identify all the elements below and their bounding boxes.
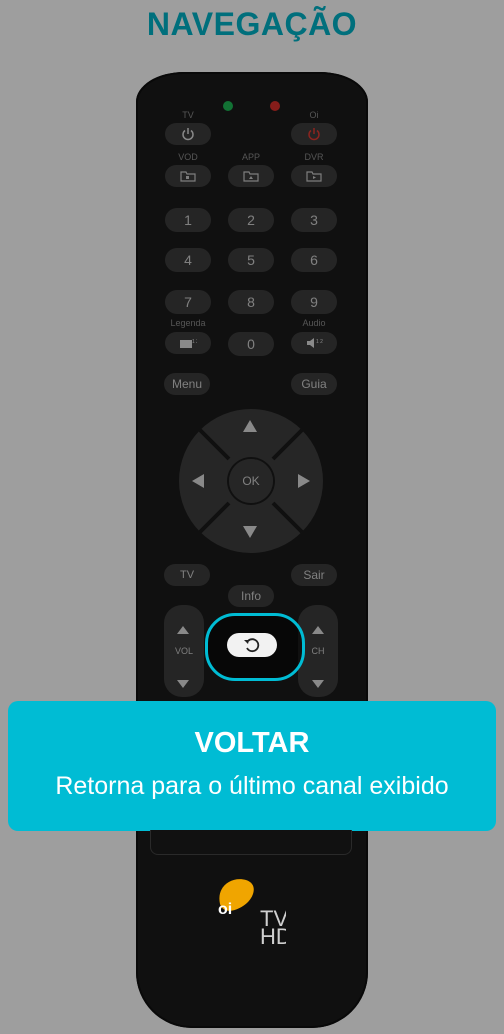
number-key-6[interactable]: 6 — [291, 248, 337, 272]
number-key-1[interactable]: 1 — [165, 208, 211, 232]
oi-power-button[interactable] — [291, 123, 337, 145]
back-arrow-icon — [244, 638, 260, 653]
number-key-3[interactable]: 3 — [291, 208, 337, 232]
led-green — [223, 101, 233, 111]
number-key-0[interactable]: 0 — [228, 332, 274, 356]
legenda-button[interactable]: 1 2 — [165, 332, 211, 354]
page-title: NAVEGAÇÃO — [146, 6, 358, 42]
ch-down-icon — [311, 674, 325, 693]
svg-text:1 2: 1 2 — [316, 339, 323, 345]
tv-power-button[interactable] — [165, 123, 211, 145]
tv-mode-button[interactable]: TV — [164, 564, 210, 586]
number-key-4[interactable]: 4 — [165, 248, 211, 272]
speaker-icon: 1 2 — [307, 338, 323, 348]
tv-label: TV — [182, 110, 194, 120]
sair-button[interactable]: Sair — [291, 564, 337, 586]
callout-heading: VOLTAR — [194, 727, 310, 759]
number-key-5[interactable]: 5 — [228, 248, 274, 272]
vod-label: VOD — [178, 152, 198, 162]
folder-icon — [243, 171, 259, 182]
dpad-left-button[interactable] — [190, 471, 206, 495]
app-label: APP — [241, 152, 260, 162]
app-button[interactable] — [228, 165, 274, 187]
arrow-down-icon — [243, 526, 257, 538]
subtitle-icon: 1 2 — [180, 339, 197, 348]
dpad-up-button[interactable] — [240, 418, 260, 438]
led-red — [270, 101, 280, 111]
arrow-right-icon — [298, 474, 310, 488]
vol-label: VOL — [174, 646, 193, 656]
vol-up-icon — [176, 620, 190, 639]
dpad-right-button[interactable] — [296, 471, 312, 495]
arrow-up-icon — [243, 420, 257, 432]
ch-up-icon — [311, 620, 325, 639]
vod-button[interactable] — [165, 165, 211, 187]
guia-button[interactable]: Guia — [291, 373, 337, 395]
number-key-8[interactable]: 8 — [228, 290, 274, 314]
audio-label: Audio — [302, 318, 326, 328]
callout-box: VOLTAR Retorna para o último canal exibi… — [8, 701, 496, 831]
audio-button[interactable]: 1 2 — [291, 332, 337, 354]
svg-text:oi: oi — [218, 901, 232, 918]
info-button[interactable]: Info — [228, 585, 274, 607]
dvr-label: DVR — [304, 152, 324, 162]
voltar-button[interactable] — [227, 633, 277, 657]
callout-description: Retorna para o último canal exibido — [55, 772, 449, 800]
menu-button[interactable]: Menu — [164, 373, 210, 395]
number-key-9[interactable]: 9 — [291, 290, 337, 314]
dvr-button[interactable] — [291, 165, 337, 187]
ok-button[interactable]: OK — [229, 459, 273, 503]
tv-mode-label: TV — [179, 569, 195, 581]
number-key-2[interactable]: 2 — [228, 208, 274, 232]
power-icon — [308, 128, 320, 141]
svg-text:1 2: 1 2 — [192, 339, 197, 345]
number-key-7[interactable]: 7 — [165, 290, 211, 314]
folder-icon — [180, 171, 196, 182]
vol-down-icon — [176, 674, 190, 693]
power-icon — [182, 128, 194, 141]
folder-icon — [306, 171, 322, 182]
oi-tv-hd-logo: oi TV HD — [214, 866, 292, 949]
dpad-down-button[interactable] — [240, 524, 260, 544]
arrow-left-icon — [192, 474, 204, 488]
svg-text:HD: HD — [260, 924, 286, 944]
remote-bottom-panel — [150, 830, 352, 855]
legenda-label: Legenda — [170, 318, 206, 328]
oi-label: Oi — [309, 110, 319, 120]
